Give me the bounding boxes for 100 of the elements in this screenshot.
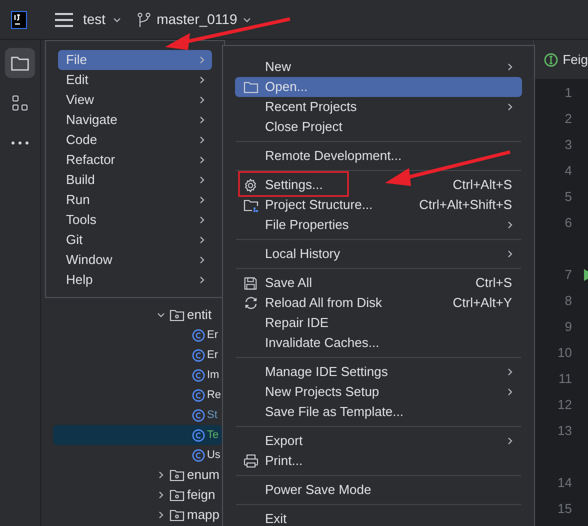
tree-row[interactable]: enum xyxy=(52,465,222,485)
project-selector[interactable]: test xyxy=(83,9,121,30)
menu-item[interactable]: Refactor xyxy=(58,150,212,170)
menu-item[interactable]: Remote Development... xyxy=(235,146,522,166)
menu-item[interactable]: New Projects Setup xyxy=(235,382,522,402)
class-icon xyxy=(192,368,205,382)
menu-item[interactable]: Local History xyxy=(235,244,522,264)
menu-item[interactable]: Recent Projects xyxy=(235,97,522,117)
menu-item[interactable]: Git xyxy=(58,230,212,250)
app-logo[interactable] xyxy=(11,10,27,28)
menu-item[interactable]: Build xyxy=(58,170,212,190)
shortcut-label: Ctrl+Alt+Shift+S xyxy=(419,196,512,214)
tree-label: Er xyxy=(206,348,218,363)
tree-row[interactable]: Im xyxy=(52,365,222,385)
folder-icon xyxy=(168,487,185,503)
class-icon xyxy=(192,348,205,362)
save-icon xyxy=(243,276,258,290)
line-number: 3 xyxy=(564,136,572,154)
menu-item[interactable]: Manage IDE Settings xyxy=(235,362,522,382)
menu-item[interactable]: Tools xyxy=(58,210,212,230)
line-number: 8 xyxy=(564,292,572,310)
tree-row[interactable]: entit xyxy=(52,305,222,325)
menu-item[interactable]: Export xyxy=(235,431,522,451)
folder-icon xyxy=(168,307,185,323)
chevron-right-icon xyxy=(198,236,206,244)
editor-tab[interactable]: Feig xyxy=(534,40,588,80)
menu-item[interactable]: Close Project xyxy=(235,117,522,137)
menu-item[interactable]: Power Save Mode xyxy=(235,480,522,500)
project-tool-button[interactable] xyxy=(4,48,35,78)
tree-label: feign xyxy=(186,486,216,504)
chevron-right-icon xyxy=(156,491,165,499)
tree-label: Re xyxy=(206,388,222,403)
class-icon xyxy=(192,408,205,422)
menu-item[interactable]: Help xyxy=(58,270,212,290)
menu-item[interactable]: Window xyxy=(58,250,212,270)
tree-label: enum xyxy=(186,466,220,484)
chevron-right-icon xyxy=(198,156,206,164)
chevron-right-icon xyxy=(198,216,206,224)
chevron-right-icon xyxy=(156,471,165,479)
folder-icon xyxy=(243,79,259,95)
interface-icon xyxy=(544,52,558,66)
tree-label: St xyxy=(206,408,218,423)
menu-item[interactable]: Edit xyxy=(58,70,212,90)
chevron-down-icon xyxy=(112,16,121,24)
chevron-right-icon xyxy=(198,56,206,64)
folder-icon xyxy=(168,467,185,483)
chevron-down-icon xyxy=(243,16,252,24)
line-number: 5 xyxy=(564,188,572,206)
folder-icon xyxy=(168,507,185,523)
tree-row[interactable]: Er xyxy=(52,345,222,365)
tree-row[interactable]: Re xyxy=(52,385,222,405)
tree-row[interactable]: Te xyxy=(52,425,222,445)
reload-icon xyxy=(243,295,259,311)
menu-item[interactable]: Save File as Template... xyxy=(235,402,522,422)
tree-row[interactable]: Us xyxy=(52,445,222,465)
tree-label: Us xyxy=(206,448,220,463)
menu-item[interactable]: Code xyxy=(58,130,212,150)
menu-item[interactable]: Open... xyxy=(235,77,522,97)
tree-label: Te xyxy=(206,428,219,443)
line-number: 11 xyxy=(558,370,572,388)
tree-row[interactable]: St xyxy=(52,405,222,425)
menu-item[interactable]: Project Structure... Ctrl+Alt+Shift+S xyxy=(235,195,522,215)
menu-item[interactable]: New xyxy=(235,57,522,77)
menu-item[interactable]: Invalidate Caches... xyxy=(235,333,522,353)
class-icon xyxy=(192,448,205,462)
menu-item[interactable]: Exit xyxy=(235,509,522,526)
branch-selector[interactable]: master_0119 xyxy=(136,9,252,30)
chevron-right-icon xyxy=(198,96,206,104)
menu-item[interactable]: Repair IDE xyxy=(235,313,522,333)
menu-item[interactable]: Reload All from Disk Ctrl+Alt+Y xyxy=(235,293,522,313)
chevron-right-icon xyxy=(198,176,206,184)
menu-item[interactable]: File xyxy=(58,50,212,70)
chevron-right-icon xyxy=(198,136,206,144)
branch-icon xyxy=(136,12,151,28)
structure-icon xyxy=(10,94,29,112)
line-number: 13 xyxy=(558,422,572,440)
menu-item[interactable]: File Properties xyxy=(235,215,522,235)
tree-row[interactable]: feign xyxy=(52,485,222,505)
tree-row[interactable]: mapp xyxy=(52,505,222,525)
menu-item[interactable]: View xyxy=(58,90,212,110)
chevron-right-icon xyxy=(198,276,206,284)
menu-item[interactable]: Run xyxy=(58,190,212,210)
class-icon xyxy=(192,328,205,342)
chevron-down-icon xyxy=(156,311,165,319)
shortcut-label: Ctrl+Alt+S xyxy=(452,176,512,194)
menu-item[interactable]: Save All Ctrl+S xyxy=(235,273,522,293)
menu-item[interactable]: Navigate xyxy=(58,110,212,130)
tree-label: entit xyxy=(186,306,212,324)
menu-item[interactable]: Print... xyxy=(235,451,522,471)
tree-label: Im xyxy=(206,368,220,383)
tree-row[interactable]: Er xyxy=(52,325,222,345)
line-number: 1 xyxy=(564,84,572,102)
line-number: 14 xyxy=(558,474,572,492)
menu-item[interactable]: Settings... Ctrl+Alt+S xyxy=(235,175,522,195)
chevron-right-icon xyxy=(198,116,206,124)
line-number: 10 xyxy=(558,344,572,362)
tree-label: mapp xyxy=(186,506,220,524)
settings-icon xyxy=(243,178,258,192)
class-icon xyxy=(192,428,205,442)
class-icon xyxy=(192,388,205,402)
